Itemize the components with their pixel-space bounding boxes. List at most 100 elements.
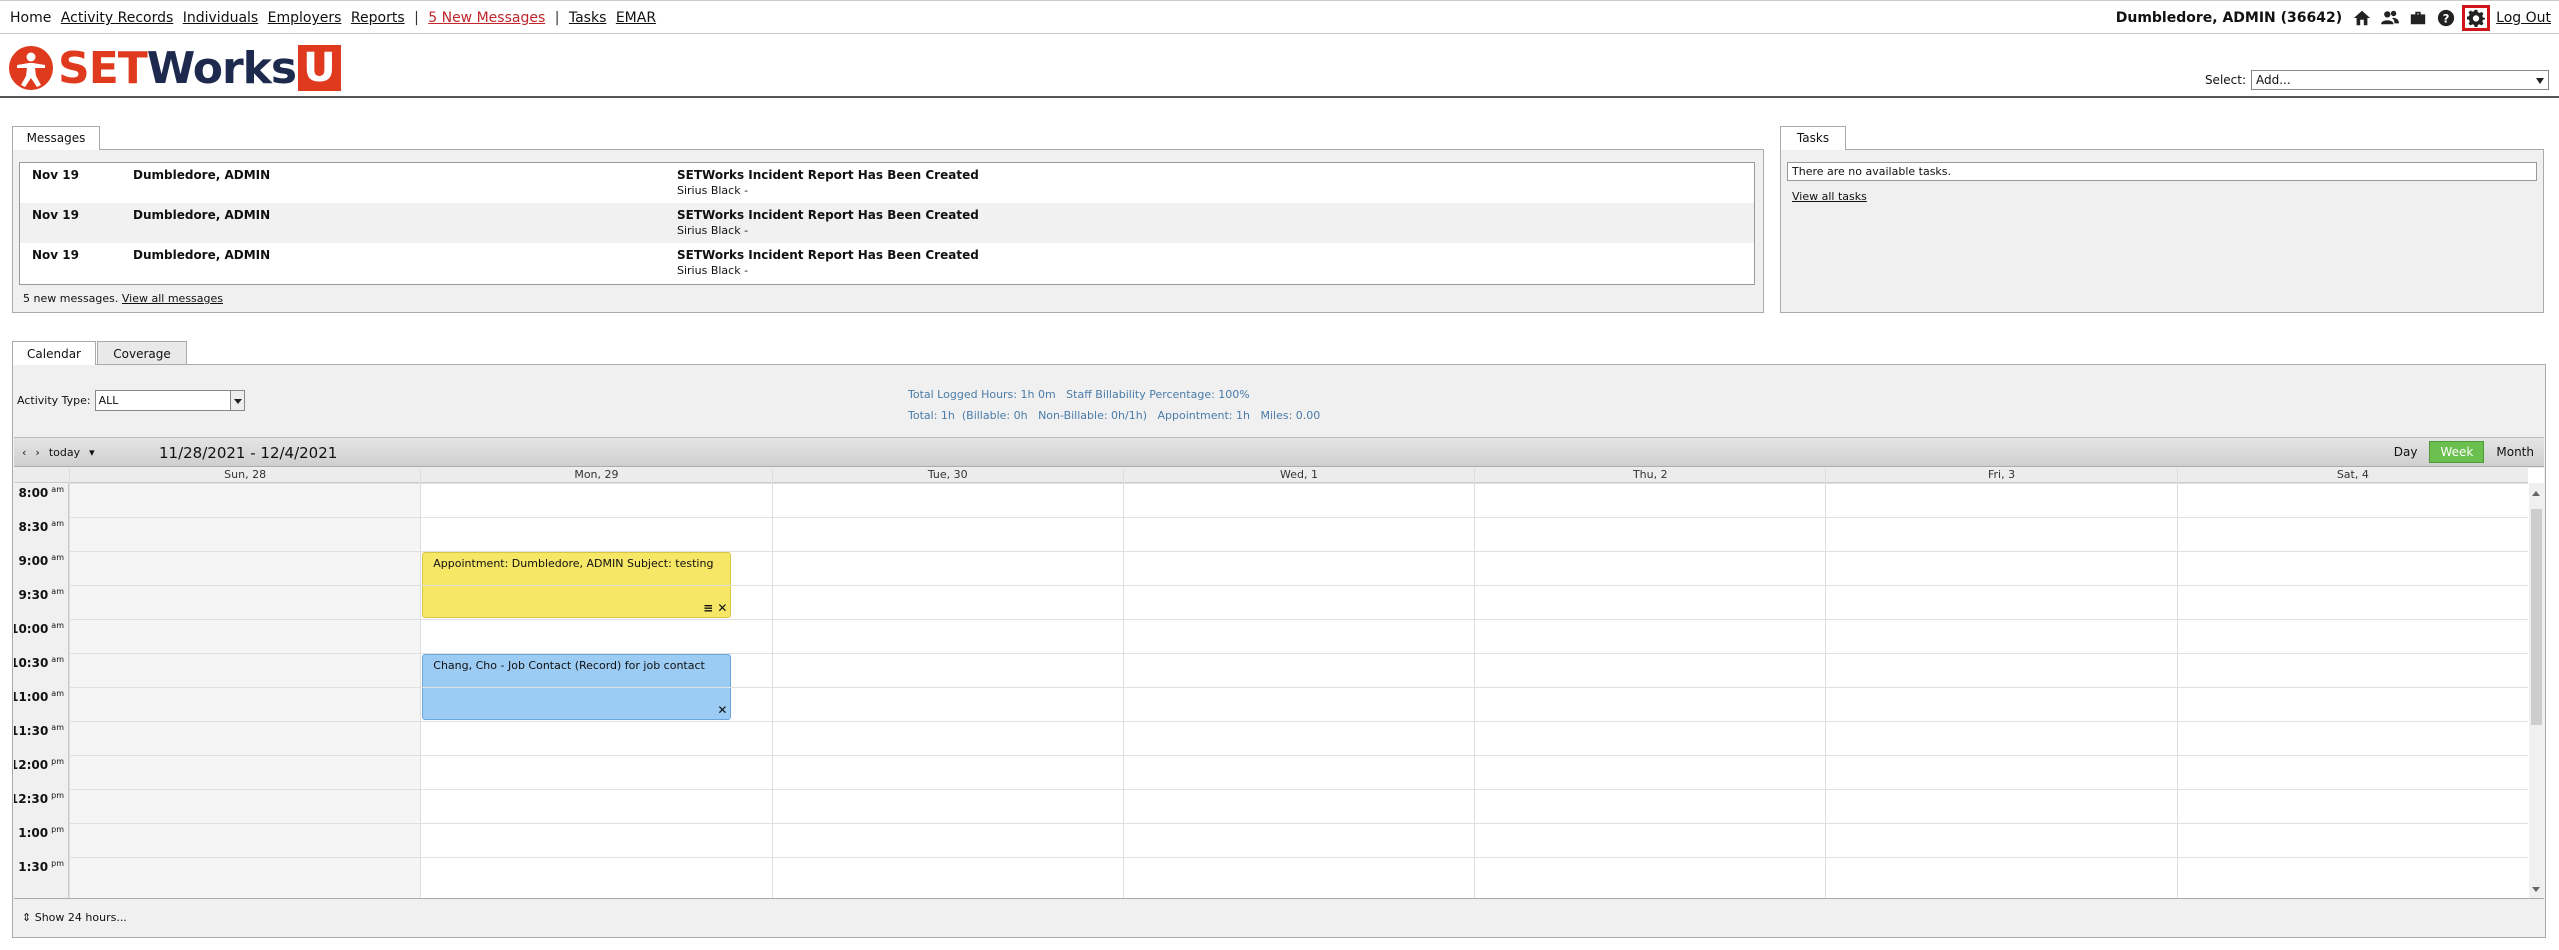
time-slot-line [69, 653, 2528, 654]
event-title: Chang, Cho - Job Contact (Record) for jo… [433, 659, 705, 672]
message-subject: SETWorks Incident Report Has Been Create… [677, 248, 979, 262]
view-month-button[interactable]: Month [2496, 445, 2534, 459]
message-date: Nov 19 [32, 248, 79, 262]
day-column[interactable] [69, 483, 421, 898]
calendar-panel: Activity Type: ALL Total Logged Hours: 1… [12, 364, 2546, 938]
top-navigation: Home Activity Records Individuals Employ… [0, 0, 2559, 34]
tasks-empty-message: There are no available tasks. [1787, 162, 2537, 181]
day-header: Fri, 3 [1825, 468, 2176, 483]
message-sender: Dumbledore, ADMIN [133, 208, 271, 222]
calendar-toolbar: ‹ › today ▾ 11/28/2021 - 12/4/2021 Day W… [14, 437, 2544, 467]
time-slot-line [69, 687, 2528, 688]
day-column[interactable] [1474, 483, 1825, 898]
activity-type-select[interactable]: ALL [94, 390, 245, 411]
nav-reports-link[interactable]: Reports [351, 10, 405, 26]
message-sender: Dumbledore, ADMIN [133, 168, 271, 182]
message-row[interactable]: Nov 19 Dumbledore, ADMIN SETWorks Incide… [20, 203, 1754, 243]
scroll-thumb[interactable] [2531, 509, 2542, 725]
time-slot-line [69, 551, 2528, 552]
message-subject: SETWorks Incident Report Has Been Create… [677, 168, 979, 182]
event-actions-icons[interactable]: ✕ [717, 703, 727, 717]
view-day-button[interactable]: Day [2394, 445, 2418, 459]
nav-employers-link[interactable]: Employers [268, 10, 342, 26]
gear-icon[interactable] [2462, 5, 2491, 31]
day-header: Wed, 1 [1122, 468, 1474, 483]
logout-link[interactable]: Log Out [2496, 10, 2551, 26]
time-slot-line [69, 619, 2528, 620]
today-button[interactable]: today [49, 446, 80, 459]
time-slot-line [69, 721, 2528, 722]
messages-panel: Nov 19 Dumbledore, ADMIN SETWorks Incide… [12, 149, 1764, 313]
quick-add-select[interactable]: Add... [2251, 70, 2549, 90]
home-icon[interactable] [2350, 7, 2374, 29]
time-label: 12:00 pm [14, 757, 64, 772]
time-slot-line [69, 755, 2528, 756]
day-header: Mon, 29 [420, 468, 771, 483]
current-user-name: Dumbledore, ADMIN (36642) [2115, 10, 2343, 26]
message-row[interactable]: Nov 19 Dumbledore, ADMIN SETWorks Incide… [20, 163, 1754, 203]
tab-messages[interactable]: Messages [12, 126, 100, 150]
activity-type-value: ALL [98, 394, 119, 407]
nav-individuals-link[interactable]: Individuals [183, 10, 258, 26]
users-icon[interactable] [2378, 7, 2402, 29]
nav-tasks-link[interactable]: Tasks [569, 10, 607, 26]
day-column[interactable] [1122, 483, 1474, 898]
nav-new-messages-link[interactable]: 5 New Messages [428, 10, 545, 26]
scroll-down-icon[interactable] [2532, 887, 2540, 892]
hours-summary-line-2: Total: 1h (Billable: 0h Non-Billable: 0h… [908, 409, 1321, 422]
logo-figure-icon [9, 46, 53, 90]
day-header-row: Sun, 28 Mon, 29 Tue, 30 Wed, 1 Thu, 2 Fri, 3S… [14, 468, 2528, 483]
nav-emar-link[interactable]: EMAR [616, 10, 656, 26]
view-all-tasks-link[interactable]: View all tasks [1792, 190, 1867, 203]
nav-activity-records-link[interactable]: Activity Records [61, 10, 173, 26]
messages-list: Nov 19 Dumbledore, ADMIN SETWorks Incide… [19, 162, 1755, 285]
day-column[interactable] [771, 483, 1123, 898]
week-grid: Sun, 28 Mon, 29 Tue, 30 Wed, 1 Thu, 2 Fri, 3S… [14, 468, 2544, 898]
day-column[interactable] [2176, 483, 2528, 898]
hours-summary-line-1: Total Logged Hours: 1h 0m Staff Billabil… [908, 388, 1250, 401]
scroll-up-icon[interactable] [2532, 491, 2540, 496]
event-actions-icons[interactable]: ≡ ✕ [703, 601, 727, 615]
time-label: 11:00 am [14, 689, 64, 704]
time-label: 12:30 pm [14, 791, 64, 806]
help-icon[interactable]: ? [2434, 7, 2458, 29]
nav-separator: | [414, 10, 419, 26]
nav-home-link[interactable]: Home [10, 10, 51, 26]
day-column[interactable] [1825, 483, 2176, 898]
expand-icon: ⇕ [22, 911, 32, 924]
message-date: Nov 19 [32, 208, 79, 222]
app-header: SETWorks U Select: Add... [0, 35, 2559, 98]
show-24-hours-link[interactable]: ⇕ Show 24 hours... [22, 911, 127, 924]
time-label: 9:00 am [18, 553, 64, 568]
time-label: 8:00 am [18, 485, 64, 500]
day-header: Sat, 4 [2176, 468, 2528, 483]
time-slot-line [69, 823, 2528, 824]
message-date: Nov 19 [32, 168, 79, 182]
event-title: Appointment: Dumbledore, ADMIN Subject: … [433, 557, 714, 570]
setworks-logo[interactable]: SETWorks U [8, 42, 341, 94]
svg-text:?: ? [2443, 12, 2450, 26]
time-label: 9:30 am [18, 587, 64, 602]
activity-type-filter: Activity Type: ALL [17, 390, 245, 411]
date-range-title: 11/28/2021 - 12/4/2021 [159, 444, 338, 462]
view-all-messages-link[interactable]: View all messages [122, 292, 223, 305]
message-row[interactable]: Nov 19 Dumbledore, ADMIN SETWorks Incide… [20, 243, 1754, 283]
tab-coverage[interactable]: Coverage [97, 341, 187, 364]
time-label: 10:00 am [14, 621, 64, 636]
time-slot-line [69, 857, 2528, 858]
briefcase-icon[interactable] [2406, 7, 2430, 29]
today-dropdown-icon[interactable]: ▾ [89, 446, 95, 459]
quick-add-select-wrap: Select: Add... [2205, 70, 2549, 90]
tab-calendar[interactable]: Calendar [12, 341, 96, 365]
message-detail: Sirius Black - [677, 264, 749, 277]
tab-tasks[interactable]: Tasks [1780, 126, 1846, 150]
day-header: Thu, 2 [1474, 468, 1825, 483]
message-detail: Sirius Black - [677, 224, 749, 237]
logo-wordmark: SETWorks [58, 42, 297, 94]
next-week-button[interactable]: › [35, 446, 39, 459]
grid-scrollbar[interactable] [2529, 483, 2544, 898]
nav-separator: | [554, 10, 560, 26]
time-slot-line [69, 789, 2528, 790]
view-week-button[interactable]: Week [2429, 441, 2485, 463]
prev-week-button[interactable]: ‹ [22, 446, 26, 459]
